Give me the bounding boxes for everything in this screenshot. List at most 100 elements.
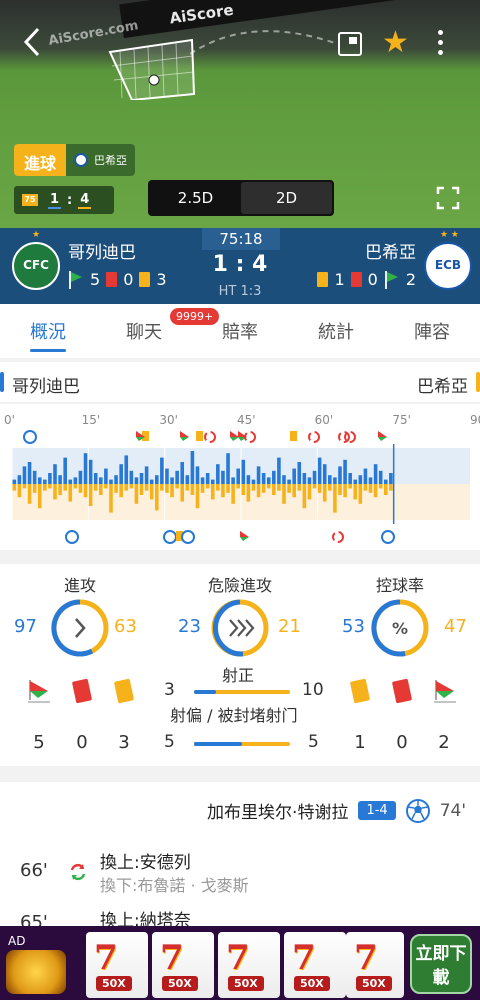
away-red-cards: 0 <box>367 270 378 289</box>
home-pressure-bar <box>322 464 327 484</box>
red-card-icon <box>106 272 118 287</box>
away-pressure-bar <box>328 484 332 491</box>
away-pressure-bar <box>27 484 32 504</box>
ad-download-button[interactable]: 立即下載 <box>410 934 472 994</box>
more-options-icon[interactable] <box>436 30 446 60</box>
away-pressure-bar <box>307 484 312 500</box>
home-pressure-bar <box>363 468 368 484</box>
slot-reel: 7 50X <box>218 932 280 998</box>
slot-reel: 7 50X <box>346 932 404 998</box>
away-pressure-bar <box>338 484 342 495</box>
home-pressure-bar <box>251 479 256 484</box>
picture-in-picture-icon[interactable] <box>338 32 362 56</box>
tab-lineup[interactable]: 陣容 <box>384 304 480 358</box>
away-pressure-bar <box>261 484 266 493</box>
timeline-team-labels: 哥列迪巴 巴希亞 <box>0 362 480 402</box>
mode-2-5d-button[interactable]: 2.5D <box>150 182 241 214</box>
tab-stats[interactable]: 統計 <box>288 304 384 358</box>
shots-on-bar-home <box>194 690 217 694</box>
attack-stat: 進攻 97 63 <box>0 568 160 668</box>
substitution-icon <box>70 863 86 881</box>
corner-flag-icon <box>378 431 387 437</box>
reel-badge: 50X <box>96 976 132 991</box>
away-pressure-bar <box>139 484 144 495</box>
home-pressure-bar <box>348 473 352 484</box>
back-icon[interactable] <box>18 26 46 58</box>
momentum-chart: 0' 15' 30' 45' 60' 75' 90 <box>4 413 480 544</box>
home-pressure-bar <box>358 475 363 484</box>
corner-flag-icon <box>180 437 189 441</box>
mini-score-away: 4 <box>78 191 92 209</box>
shots-off-home: 5 <box>164 732 175 752</box>
home-pressure-bar <box>277 457 281 484</box>
mode-2d-button[interactable]: 2D <box>241 182 332 214</box>
goal-ball-icon <box>181 530 195 544</box>
away-pressure-bar <box>129 484 134 489</box>
away-pressure-bar <box>73 484 78 489</box>
corner-flag-icon <box>28 680 50 703</box>
home-pressure-bar <box>338 466 342 484</box>
home-pressure-bar <box>200 477 205 484</box>
yellow-card-icon <box>349 678 371 704</box>
tab-overview[interactable]: 概況 <box>0 304 96 358</box>
home-pressure-bar <box>216 464 220 484</box>
away-pressure-bar <box>266 484 271 489</box>
match-events-list: 加布里埃尔·特谢拉 1-4 74' 66' 換上:安德列 換下:布魯諾 · 戈麥… <box>0 782 480 933</box>
away-team-logo[interactable]: ECB <box>424 242 472 290</box>
away-pressure-bar <box>63 484 67 491</box>
away-pressure-bar <box>210 484 215 500</box>
away-pressure-bar <box>353 484 358 500</box>
away-pressure-bar <box>368 484 373 493</box>
goal-scorer: 加布里埃尔·特谢拉 <box>207 803 349 823</box>
home-red-count: 0 <box>76 732 88 753</box>
home-pressure-bar <box>170 477 174 484</box>
away-pressure-bar <box>302 484 307 509</box>
half-time-score: HT 1:3 <box>218 284 262 299</box>
away-pressure-bar <box>149 484 154 500</box>
dangerous-attack-stat: 危險進攻 23 21 <box>160 568 320 668</box>
home-pressure-bar <box>256 466 261 484</box>
away-pressure-bar <box>277 484 281 491</box>
goal-minute: 74' <box>439 800 466 821</box>
away-team-name[interactable]: 巴希亞 <box>365 238 416 263</box>
home-pressure-bar <box>373 464 378 484</box>
fullscreen-icon[interactable] <box>436 186 460 210</box>
shots-on-bar <box>194 690 290 694</box>
match-animation-area[interactable]: AiScore AiScore.com ★ 進球 巴希亞 75 1 : 4 2.… <box>0 0 480 228</box>
possession-home: 53 <box>342 616 365 637</box>
favorite-star-icon[interactable]: ★ <box>382 28 409 58</box>
corner-flag-icon <box>230 431 239 437</box>
away-pressure-bar <box>297 484 302 491</box>
home-discipline: 5 0 3 <box>68 270 167 289</box>
away-corners-count: 2 <box>438 732 450 753</box>
away-pressure-bar <box>333 484 337 513</box>
away-pressure-bar <box>236 484 240 489</box>
away-discipline: 1 0 2 <box>317 270 416 289</box>
home-corners: 5 <box>90 270 101 289</box>
view-mode-toggle[interactable]: 2.5D 2D <box>148 180 334 216</box>
slot-seven-icon: 7 <box>354 938 378 978</box>
away-pressure-bar <box>53 484 57 500</box>
reel-badge: 50X <box>162 976 198 991</box>
home-yellow-cards: 3 <box>156 270 167 289</box>
away-pressure-bar <box>200 484 205 493</box>
momentum-timeline[interactable]: 0' 15' 30' 45' 60' 75' 90 <box>0 404 480 550</box>
away-pressure-bar <box>180 484 185 502</box>
away-pressure-bar <box>99 484 103 495</box>
advertisement-banner[interactable]: AD 7 50X 7 50X 7 50X 7 50X 7 50X 立即下載 <box>0 926 480 1000</box>
away-pressure-bar <box>185 484 190 491</box>
goal-event[interactable]: 加布里埃尔·特谢拉 1-4 74' <box>207 798 466 823</box>
event-team-name: 巴希亞 <box>94 154 128 167</box>
slot-reel: 7 50X <box>152 932 214 998</box>
shots-off-away: 5 <box>308 732 319 752</box>
home-team-name[interactable]: 哥列迪巴 <box>68 238 136 263</box>
card-icon <box>196 431 203 441</box>
away-pressure-bar <box>363 484 368 491</box>
away-pressure-bar <box>241 484 246 495</box>
away-pressure-bar <box>195 484 200 509</box>
percent-icon: % <box>371 599 429 657</box>
clock-icon: 75 <box>22 194 38 206</box>
home-pressure-bar <box>43 479 47 484</box>
home-team-logo[interactable]: CFC <box>12 242 60 290</box>
red-card-icon <box>71 678 93 704</box>
